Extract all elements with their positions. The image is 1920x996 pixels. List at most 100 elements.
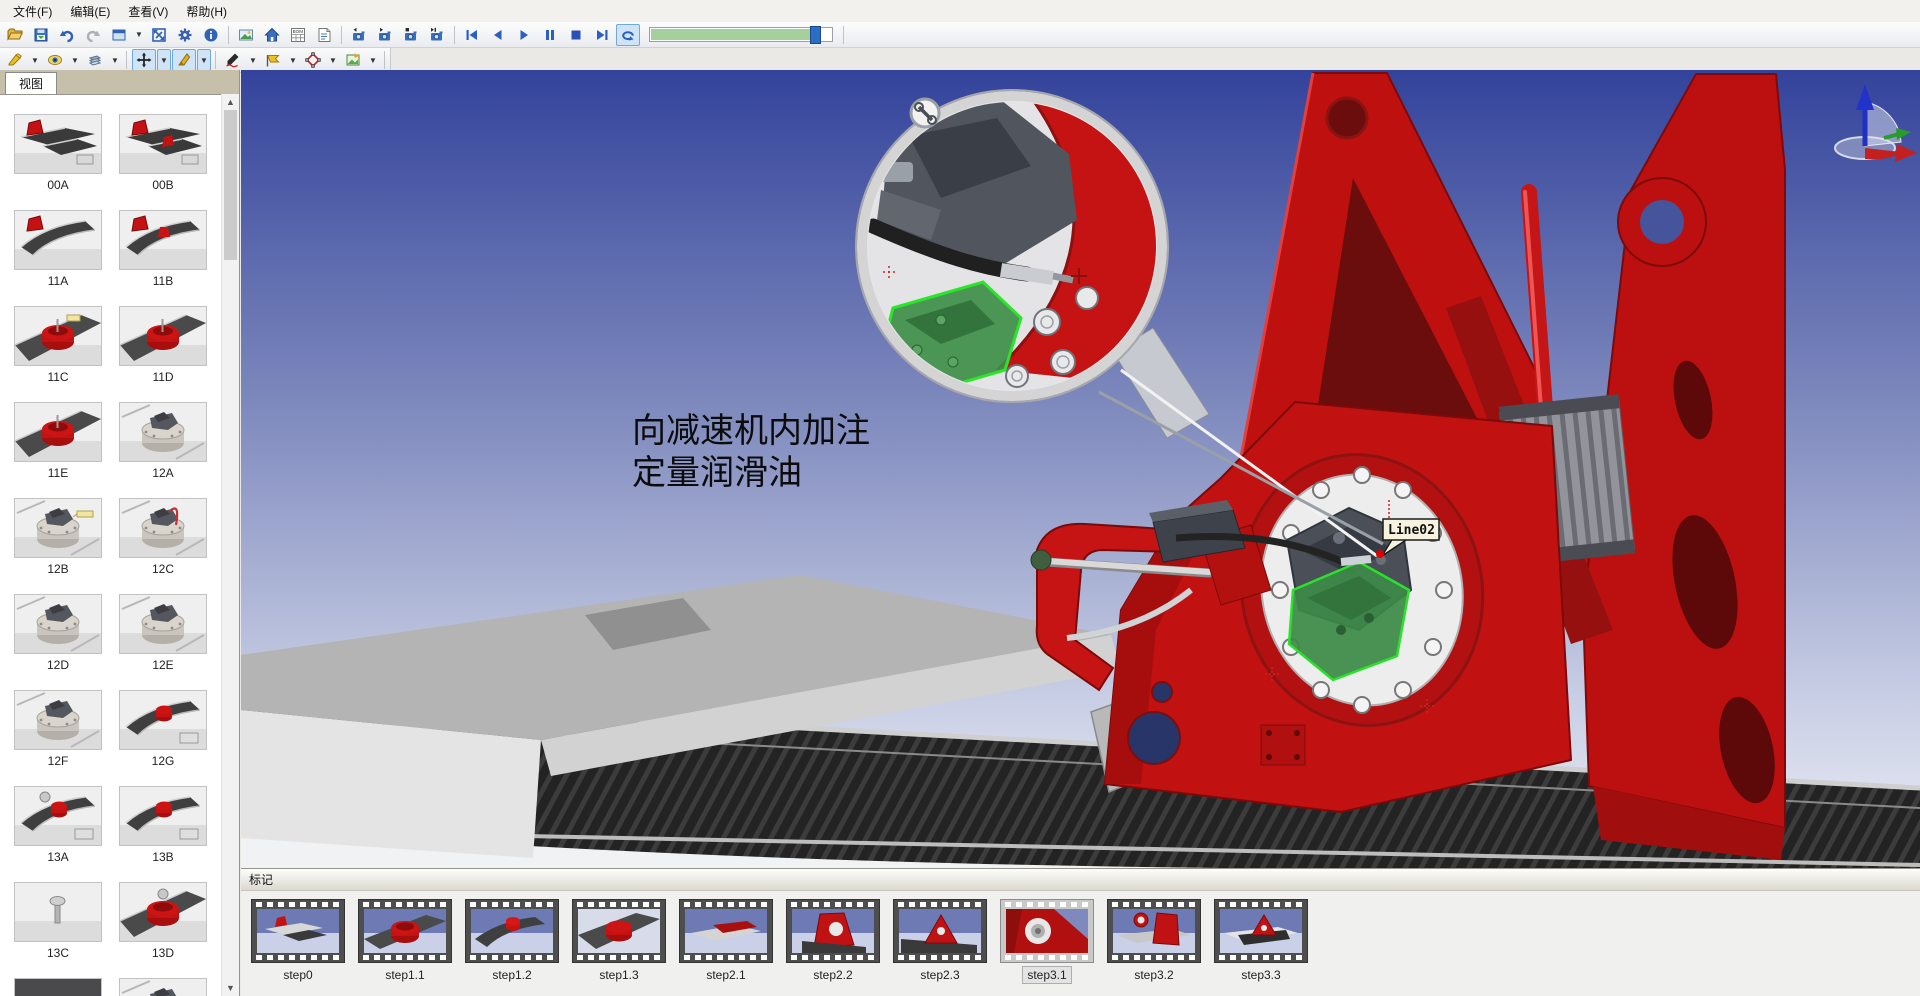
view-item[interactable]: 11A xyxy=(14,210,102,288)
notes-button[interactable] xyxy=(312,24,336,46)
view-thumbnail[interactable] xyxy=(14,786,102,846)
measure-tool-dropdown[interactable]: ▼ xyxy=(326,49,340,71)
pen-annotation-tool-button[interactable] xyxy=(221,49,245,71)
view-thumbnail[interactable] xyxy=(119,402,207,462)
view-thumbnail[interactable] xyxy=(119,594,207,654)
view-thumbnail[interactable] xyxy=(14,306,102,366)
step-item[interactable]: step1.1 xyxy=(358,899,452,984)
go-home-button[interactable] xyxy=(260,24,284,46)
view-item[interactable]: 12E xyxy=(119,594,207,672)
step-item[interactable]: step2.1 xyxy=(679,899,773,984)
view-item[interactable]: 13D xyxy=(119,882,207,960)
erase-tool-dropdown[interactable]: ▼ xyxy=(108,49,122,71)
view-item[interactable]: 00A xyxy=(14,114,102,192)
view-thumbnail[interactable] xyxy=(119,882,207,942)
step-thumbnail[interactable] xyxy=(1000,899,1094,963)
snapshot-play-button[interactable] xyxy=(373,24,397,46)
step-item[interactable]: step1.3 xyxy=(572,899,666,984)
timeline-track[interactable] xyxy=(649,27,833,42)
views-scrollbar[interactable]: ▲ ▼ xyxy=(221,94,239,996)
view-thumbnail[interactable] xyxy=(14,114,102,174)
view-item[interactable]: 11B xyxy=(119,210,207,288)
view-item[interactable]: 12G xyxy=(119,690,207,768)
save-image-button[interactable] xyxy=(29,24,53,46)
anim-prev-button[interactable] xyxy=(486,24,510,46)
step-item[interactable]: step3.1 xyxy=(1000,899,1094,984)
step-thumbnail[interactable] xyxy=(465,899,559,963)
view-thumbnail[interactable] xyxy=(14,498,102,558)
step-item[interactable]: step3.3 xyxy=(1214,899,1308,984)
measure-tool-button[interactable] xyxy=(301,49,325,71)
step-thumbnail[interactable] xyxy=(893,899,987,963)
view-thumbnail[interactable] xyxy=(119,978,207,996)
view-item[interactable]: 00B xyxy=(119,114,207,192)
visibility-tool-dropdown[interactable]: ▼ xyxy=(68,49,82,71)
move-tool-button[interactable] xyxy=(132,49,156,71)
view-thumbnail[interactable] xyxy=(119,210,207,270)
undo-button[interactable] xyxy=(55,24,79,46)
scroll-down-icon[interactable]: ▼ xyxy=(222,980,239,996)
menu-file[interactable]: 文件(F) xyxy=(4,0,61,23)
snapshot-last-button[interactable] xyxy=(425,24,449,46)
view-thumbnail[interactable] xyxy=(14,978,102,996)
open-button[interactable] xyxy=(3,24,27,46)
view-item[interactable]: 11D xyxy=(119,306,207,384)
view-thumbnail[interactable] xyxy=(119,306,207,366)
view-item[interactable]: 12D xyxy=(14,594,102,672)
image-note-tool-button[interactable] xyxy=(341,49,365,71)
view-thumbnail[interactable] xyxy=(119,690,207,750)
view-thumbnail[interactable] xyxy=(119,786,207,846)
step-thumbnail[interactable] xyxy=(251,899,345,963)
step-thumbnail[interactable] xyxy=(572,899,666,963)
tab-views[interactable]: 视图 xyxy=(5,72,57,94)
step-thumbnail[interactable] xyxy=(679,899,773,963)
view-thumbnail[interactable] xyxy=(14,210,102,270)
scroll-up-icon[interactable]: ▲ xyxy=(222,94,239,110)
visibility-tool-button[interactable] xyxy=(43,49,67,71)
settings-button[interactable] xyxy=(173,24,197,46)
view-item[interactable]: 12B xyxy=(14,498,102,576)
bom-table-button[interactable]: BOM xyxy=(286,24,310,46)
snapshot-first-button[interactable] xyxy=(347,24,371,46)
step-item[interactable]: step0 xyxy=(251,899,345,984)
view-item[interactable]: 13C xyxy=(14,882,102,960)
scrollbar-thumb[interactable] xyxy=(224,110,237,260)
fit-view-button[interactable] xyxy=(147,24,171,46)
step-thumbnail[interactable] xyxy=(1107,899,1201,963)
view-thumbnail[interactable] xyxy=(119,498,207,558)
orient-tool-button[interactable] xyxy=(172,49,196,71)
viewport-3d[interactable]: 向减速机内加注 定量润滑油 Line02 xyxy=(241,70,1920,868)
marker-tool-button[interactable] xyxy=(3,49,27,71)
view-mode-dropdown[interactable]: ▼ xyxy=(132,24,146,46)
anim-last-button[interactable] xyxy=(590,24,614,46)
info-button[interactable] xyxy=(199,24,223,46)
menu-help[interactable]: 帮助(H) xyxy=(177,0,236,23)
view-thumbnail[interactable] xyxy=(14,594,102,654)
view-item[interactable]: 11C xyxy=(14,306,102,384)
callout-flag-tool-button[interactable] xyxy=(261,49,285,71)
step-thumbnail[interactable] xyxy=(786,899,880,963)
view-mode-button[interactable] xyxy=(107,24,131,46)
step-item[interactable]: step3.2 xyxy=(1107,899,1201,984)
view-item[interactable] xyxy=(119,978,207,996)
anim-loop-button[interactable] xyxy=(616,24,640,46)
view-item[interactable]: 13A xyxy=(14,786,102,864)
marker-tool-dropdown[interactable]: ▼ xyxy=(28,49,42,71)
erase-tool-button[interactable] xyxy=(83,49,107,71)
view-item[interactable]: 12A xyxy=(119,402,207,480)
view-thumbnail[interactable] xyxy=(14,882,102,942)
anim-first-button[interactable] xyxy=(460,24,484,46)
menu-edit[interactable]: 编辑(E) xyxy=(61,0,119,23)
view-item[interactable] xyxy=(14,978,102,996)
snapshot-stop-button[interactable] xyxy=(399,24,423,46)
redo-button[interactable] xyxy=(81,24,105,46)
step-item[interactable]: step2.3 xyxy=(893,899,987,984)
step-item[interactable]: step1.2 xyxy=(465,899,559,984)
timeline-handle[interactable] xyxy=(810,26,821,44)
orient-tool-dropdown[interactable]: ▼ xyxy=(197,49,211,71)
step-thumbnail[interactable] xyxy=(358,899,452,963)
view-item[interactable]: 11E xyxy=(14,402,102,480)
anim-pause-button[interactable] xyxy=(538,24,562,46)
view-item[interactable]: 13B xyxy=(119,786,207,864)
pen-annotation-tool-dropdown[interactable]: ▼ xyxy=(246,49,260,71)
